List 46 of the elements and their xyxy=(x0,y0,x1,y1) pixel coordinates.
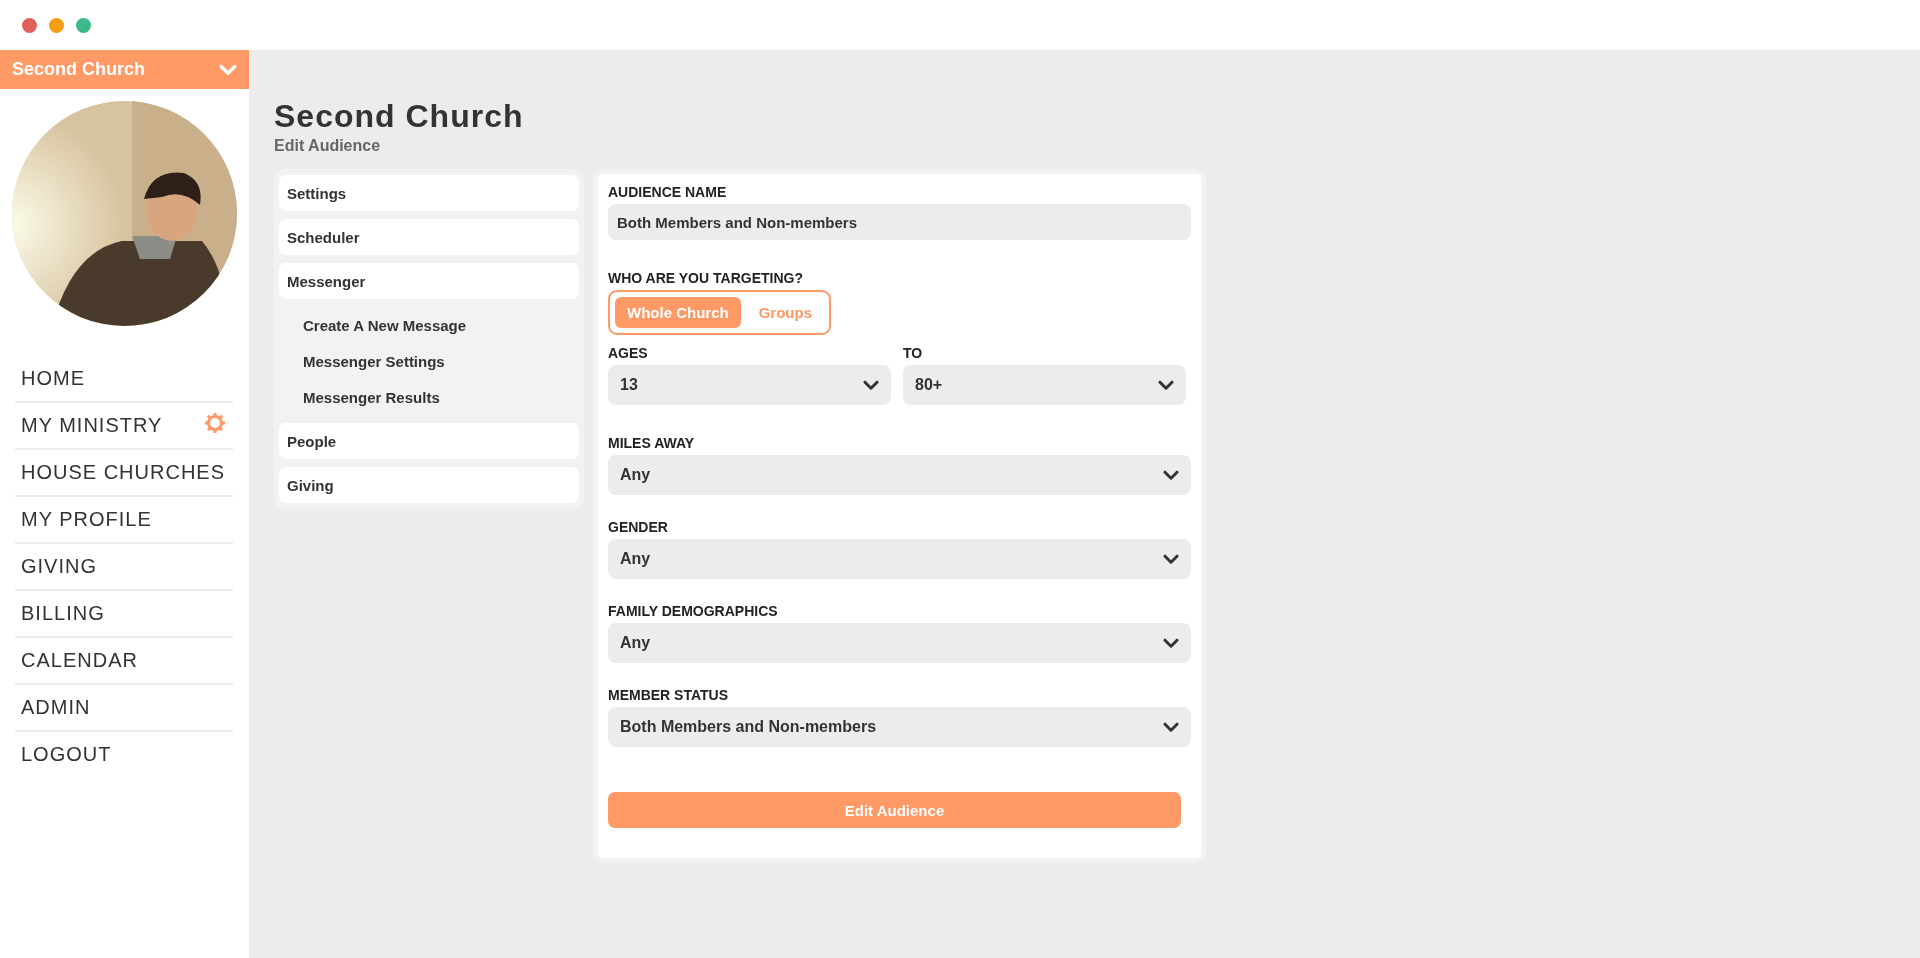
section-nav-subitem[interactable]: Messenger Results xyxy=(279,379,579,415)
nav-link[interactable]: HOME xyxy=(15,356,233,403)
chevron-down-icon xyxy=(219,63,237,76)
dropdown-field[interactable]: Any xyxy=(608,455,1191,495)
section-nav-item[interactable]: Scheduler xyxy=(279,219,579,255)
section-nav-subitem[interactable]: Messenger Settings xyxy=(279,343,579,379)
window-control[interactable] xyxy=(76,17,91,33)
field-label: AGES xyxy=(608,345,649,361)
nav-link[interactable]: LOGOUT xyxy=(15,732,233,777)
chevron-down-icon xyxy=(1158,379,1174,391)
audience-name-field[interactable]: Both Members and Non-members xyxy=(608,204,1191,240)
field-label: GENDER xyxy=(608,519,669,535)
dropdown-field[interactable]: 80+ xyxy=(903,365,1186,405)
gear-icon[interactable] xyxy=(203,411,227,435)
page-subtitle: Edit Audience xyxy=(274,137,382,155)
chevron-down-icon xyxy=(1163,637,1179,649)
dropdown-field[interactable]: Both Members and Non-members xyxy=(608,707,1191,747)
chevron-down-icon xyxy=(1163,469,1179,481)
nav-link[interactable]: CALENDAR xyxy=(15,638,233,685)
chevron-down-icon xyxy=(863,379,879,391)
section-nav-item[interactable]: People xyxy=(279,423,579,459)
window-control[interactable] xyxy=(49,17,64,33)
page-title: Second Church xyxy=(274,98,525,135)
nav-link[interactable]: GIVING xyxy=(15,544,233,591)
section-nav-item[interactable]: Giving xyxy=(279,467,579,503)
field-label: MEMBER STATUS xyxy=(608,687,730,703)
dropdown-field[interactable]: 13 xyxy=(608,365,891,405)
chevron-down-icon xyxy=(1163,721,1179,733)
organization-name: Second Church xyxy=(12,59,145,80)
nav-link[interactable]: MY MINISTRY xyxy=(15,403,233,450)
field-label: MILES AWAY xyxy=(608,435,696,451)
field-label: AUDIENCE NAME xyxy=(608,184,728,200)
dropdown-field[interactable]: Any xyxy=(608,623,1191,663)
section-nav-subitem[interactable]: Create A New Message xyxy=(279,307,579,343)
nav-link[interactable]: MY PROFILE xyxy=(15,497,233,544)
chevron-down-icon xyxy=(1163,553,1179,565)
field-label: FAMILY DEMOGRAPHICS xyxy=(608,603,779,619)
field-label: WHO ARE YOU TARGETING? xyxy=(608,270,804,286)
section-nav-item[interactable]: Messenger xyxy=(279,263,579,299)
nav-link[interactable]: HOUSE CHURCHES xyxy=(15,450,233,497)
section-nav-item[interactable]: Settings xyxy=(279,175,579,211)
window-control[interactable] xyxy=(22,17,37,33)
nav-link[interactable]: BILLING xyxy=(15,591,233,638)
field-label: TO xyxy=(903,345,924,361)
dropdown-field[interactable]: Any xyxy=(608,539,1191,579)
nav-link[interactable]: ADMIN xyxy=(15,685,233,732)
